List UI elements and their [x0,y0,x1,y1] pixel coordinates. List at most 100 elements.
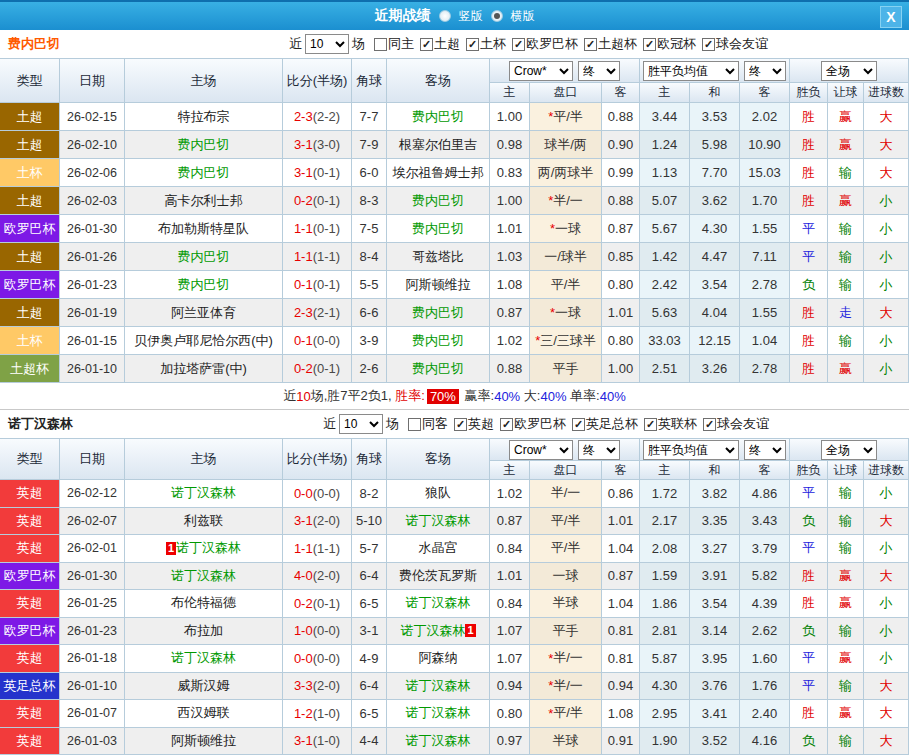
halftime-score: (3-0) [313,137,340,152]
league-checkbox-5[interactable] [702,38,715,51]
league-checkbox-0[interactable] [454,418,467,431]
team-label: 费内巴切 [178,248,230,266]
league-label-5: 球会友谊 [716,35,768,53]
league-label-1: 欧罗巴杯 [514,415,566,433]
same-venue-checkbox[interactable] [408,418,421,431]
match-score: 0-0(0-0) [283,480,352,508]
final-select-1[interactable]: 终 [578,61,620,81]
avg-away: 10.90 [740,131,790,159]
goals-result-cell: 大 [864,299,909,327]
avg-away: 1.04 [740,327,790,355]
match-count-select[interactable]: 10 [339,414,383,434]
goals-result-cell: 小 [864,215,909,243]
match-row: 土杯26-01-15贝伊奥卢耶尼恰尔西(中)0-1(0-0)3-9费内巴切1.0… [0,327,909,355]
halftime-score: (2-0) [313,568,340,583]
away-team: 费内巴切 [387,355,490,383]
avg-draw: 3.26 [690,355,740,383]
same-venue-checkbox[interactable] [374,38,387,51]
away-team: 阿斯顿维拉 [387,271,490,299]
match-row: 英超26-02-12诺丁汉森林0-0(0-0)8-2狼队1.02半/一0.861… [0,480,909,508]
away-team: 哥兹塔比 [387,243,490,271]
match-row: 土超26-01-19阿兰亚体育2-3(2-1)6-6费内巴切0.87*一球1.0… [0,299,909,327]
radio-vertical[interactable] [439,10,451,22]
halftime-score: (1-1) [313,249,340,264]
league-checkbox-1[interactable] [500,418,513,431]
final-select-2[interactable]: 终 [744,440,786,460]
col-header-odds_away: 客 [602,83,640,103]
avg-select[interactable]: 胜平负均值 [643,440,739,460]
avg-home: 1.72 [640,480,690,508]
close-icon[interactable]: X [880,6,902,28]
league-checkbox-2[interactable] [512,38,525,51]
fulltime-score: 3-1 [294,165,313,180]
avg-home: 2.81 [640,618,690,646]
radio-horizontal[interactable] [491,10,503,22]
match-score: 3-1(0-1) [283,159,352,187]
match-row: 英超26-01-07西汉姆联1-2(1-0)6-5诺丁汉森林0.80*平/半1.… [0,700,909,728]
radio-horizontal-label[interactable]: 横版 [511,8,535,25]
avg-home: 2.42 [640,271,690,299]
handicap-result-cell: 输 [828,535,864,563]
match-score: 1-0(0-0) [283,618,352,646]
avg-home: 1.86 [640,590,690,618]
result-cell: 胜 [790,327,828,355]
result-cell: 负 [790,271,828,299]
league-label-1: 土杯 [480,35,506,53]
scope-select[interactable]: 全场 [821,61,877,81]
odds-away: 0.88 [602,187,640,215]
result-cell: 负 [790,618,828,646]
col-header-type: 类型 [0,439,60,480]
final-select-2[interactable]: 终 [744,61,786,81]
final-select-1[interactable]: 终 [578,440,620,460]
league-checkbox-4[interactable] [703,418,716,431]
radio-vertical-label[interactable]: 竖版 [459,8,483,25]
col-header-handicap_result: 让球 [828,461,864,480]
avg-select[interactable]: 胜平负均值 [643,61,739,81]
avg-away: 4.16 [740,728,790,755]
match-date: 26-02-06 [60,159,125,187]
handicap-line: 一球 [530,563,602,591]
avg-away: 2.02 [740,103,790,131]
avg-home: 1.90 [640,728,690,755]
col-header-handicap: 盘口 [530,461,602,480]
goals-result-cell: 小 [864,327,909,355]
avg-away: 2.62 [740,618,790,646]
col-header-type: 类型 [0,59,60,103]
match-type-badge: 欧罗巴杯 [0,618,60,646]
company-select[interactable]: Crow* [509,440,573,460]
match-type-badge: 英超 [0,535,60,563]
odds-home: 0.94 [490,673,530,701]
away-team: 诺丁汉森林1 [387,618,490,646]
league-checkbox-1[interactable] [466,38,479,51]
league-checkbox-0[interactable] [420,38,433,51]
fulltime-score: 1-1 [294,541,313,556]
scope-select[interactable]: 全场 [821,440,877,460]
avg-draw: 3.82 [690,480,740,508]
corner-count: 6-0 [352,159,387,187]
league-checkbox-2[interactable] [572,418,585,431]
league-checkbox-3[interactable] [584,38,597,51]
fulltime-score: 2-3 [294,305,313,320]
odds-away: 0.87 [602,215,640,243]
company-select[interactable]: Crow* [509,61,573,81]
avg-draw: 7.70 [690,159,740,187]
match-count-select[interactable]: 10 [305,34,349,54]
match-score: 0-2(0-1) [283,187,352,215]
avg-away: 3.79 [740,535,790,563]
home-team: 诺丁汉森林 [125,480,283,508]
halftime-score: (0-0) [313,486,340,501]
result-cell: 胜 [790,159,828,187]
odds-away: 0.80 [602,271,640,299]
result-cell: 平 [790,535,828,563]
match-row: 土超26-02-03高卡尔利士邦0-2(0-1)8-3费内巴切1.00*半/一0… [0,187,909,215]
col-header-score: 比分(半场) [283,439,352,480]
header-dropdown-group: 全场 [790,439,909,461]
goals-result-cell: 大 [864,103,909,131]
avg-draw: 3.41 [690,700,740,728]
league-checkbox-3[interactable] [644,418,657,431]
league-label-4: 欧冠杯 [657,35,696,53]
away-team: 费伦茨瓦罗斯 [387,563,490,591]
handicap-result-cell: 赢 [828,187,864,215]
league-checkbox-4[interactable] [643,38,656,51]
odds-away: 1.08 [602,700,640,728]
